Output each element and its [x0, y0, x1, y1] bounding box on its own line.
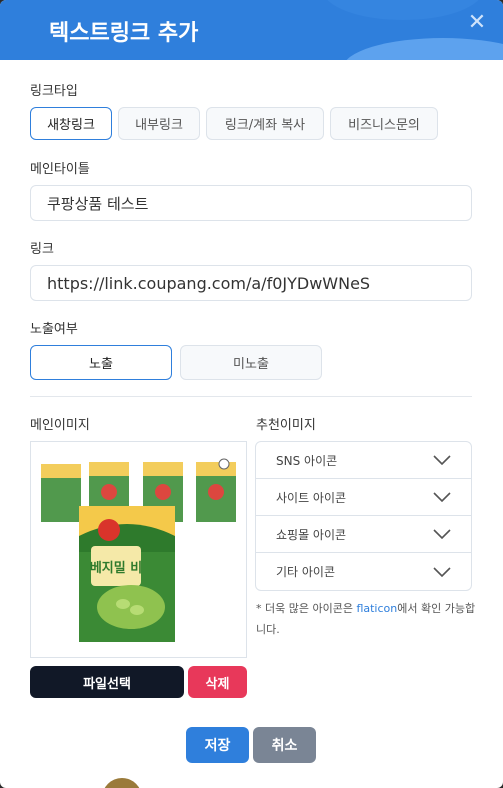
accordion-item-shopping[interactable]: 쇼핑몰 아이콘: [256, 516, 471, 553]
product-image: 베지밀 비: [41, 458, 236, 642]
exposure-label: 노출여부: [30, 322, 78, 337]
main-title-input[interactable]: 쿠팡상품 테스트: [30, 185, 472, 221]
accordion-item-label: 쇼핑몰 아이콘: [276, 527, 347, 542]
tab-internal-link[interactable]: 내부링크: [118, 107, 200, 140]
exposure-hide-button[interactable]: 미노출: [180, 345, 322, 380]
main-image-preview: 베지밀 비: [30, 441, 247, 658]
accordion-item-label: 기타 아이콘: [276, 565, 336, 579]
link-type-tabs: 새창링크 내부링크 링크/계좌 복사 비즈니스문의: [30, 107, 438, 140]
main-image-label: 메인이미지: [30, 418, 90, 433]
chevron-down-icon: [433, 455, 451, 465]
icon-source-note: * 더욱 많은 아이콘은 flaticon에서 확인 가능합니다.: [256, 598, 476, 640]
tab-business-inquiry[interactable]: 비즈니스문의: [330, 107, 438, 140]
add-text-link-modal: 텍스트링크 추가 ✕ 링크타입 새창링크 내부링크 링크/계좌 복사 비즈니스문…: [0, 0, 503, 788]
chevron-down-icon: [433, 566, 451, 577]
accordion-item-etc[interactable]: 기타 아이콘: [256, 553, 471, 590]
note-prefix: * 더욱 많은 아이콘은: [256, 602, 357, 615]
exposure-options: 노출 미노출: [30, 345, 322, 380]
close-icon[interactable]: ✕: [467, 12, 487, 34]
recommend-image-label: 추천이미지: [256, 418, 316, 433]
link-type-label: 링크타입: [30, 84, 78, 99]
chevron-down-icon: [433, 529, 451, 539]
save-button[interactable]: 저장: [186, 727, 249, 763]
recommend-image-accordion: SNS 아이콘 사이트 아이콘 쇼핑몰 아이콘 기타 아이콘: [255, 441, 472, 591]
delete-button[interactable]: 삭제: [188, 666, 247, 698]
accordion-item-label: 사이트 아이콘: [276, 490, 347, 505]
product-text: 베지밀 비: [90, 561, 142, 576]
accordion-item-site[interactable]: 사이트 아이콘: [256, 479, 471, 516]
tab-new-window-link[interactable]: 새창링크: [30, 107, 112, 140]
tab-copy-link-account[interactable]: 링크/계좌 복사: [206, 107, 324, 140]
file-select-button[interactable]: 파일선택: [30, 666, 184, 698]
main-title-label: 메인타이틀: [30, 162, 90, 177]
modal-title: 텍스트링크 추가: [49, 21, 199, 46]
flaticon-link[interactable]: flaticon: [356, 602, 397, 615]
accordion-item-label: SNS 아이콘: [276, 453, 338, 468]
exposure-show-button[interactable]: 노출: [30, 345, 172, 380]
cancel-button[interactable]: 취소: [253, 727, 316, 763]
modal-header: 텍스트링크 추가 ✕: [0, 0, 503, 60]
section-divider: [30, 396, 472, 397]
chevron-down-icon: [433, 492, 451, 502]
link-input[interactable]: https://link.coupang.com/a/f0JYDwWNeS: [30, 265, 472, 301]
header-decoration-wave: [343, 38, 503, 60]
accordion-item-sns[interactable]: SNS 아이콘: [256, 442, 471, 479]
link-label: 링크: [30, 242, 54, 257]
header-decoration: [323, 0, 483, 20]
